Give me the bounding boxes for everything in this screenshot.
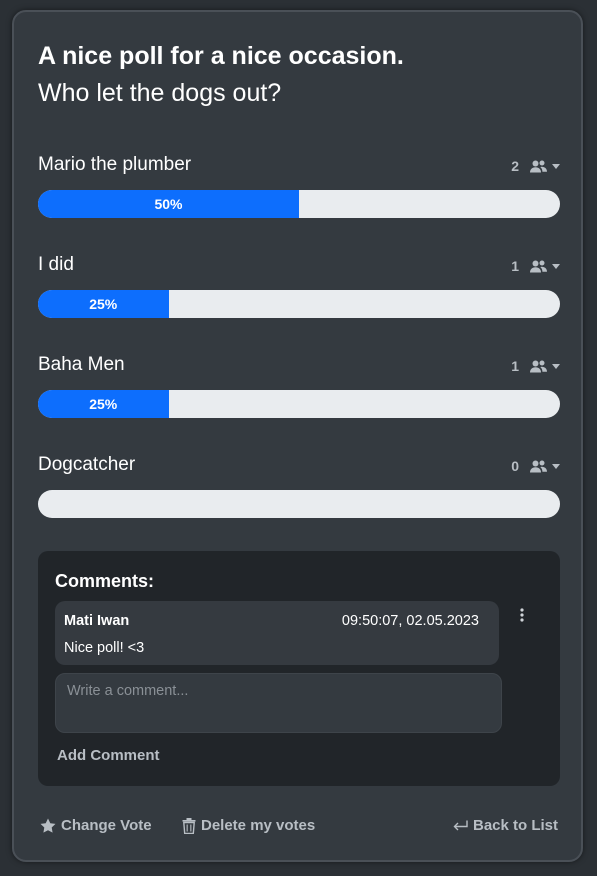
voters-dropdown[interactable]: 1 [511,257,560,275]
poll-option: Baha Men 1 25% [38,353,560,433]
comments-heading: Comments: [55,571,155,591]
trash-icon [182,817,196,834]
progress-bar [38,490,560,518]
vote-count: 1 [511,358,519,374]
poll-option: I did 1 25% [38,253,560,333]
poll-option: Dogcatcher 0 [38,453,560,533]
option-label: Baha Men [38,354,125,375]
progress-bar: 50% [38,190,560,218]
poll-option: Mario the plumber 2 50% [38,153,560,233]
caret-down-icon [552,263,560,269]
comment-author: Mati Iwan [64,613,130,629]
caret-down-icon [552,463,560,469]
vote-count: 1 [511,258,519,274]
progress-bar: 25% [38,290,560,318]
people-icon [530,360,547,372]
back-to-list-button[interactable]: Back to List [453,817,558,834]
option-label: Dogcatcher [38,454,136,475]
progress-fill: 25% [38,390,169,418]
progress-fill: 25% [38,290,169,318]
delete-votes-label: Delete my votes [201,817,316,834]
option-label: Mario the plumber [38,154,192,175]
poll-question: Who let the dogs out? [38,79,282,107]
return-arrow-icon [453,820,468,830]
delete-votes-button[interactable]: Delete my votes [182,817,315,834]
caret-down-icon [552,163,560,169]
comments-section: Comments: Mati Iwan 09:50:07, 02.05.2023… [38,551,560,786]
caret-down-icon [552,363,560,369]
people-icon [530,160,547,172]
change-vote-label: Change Vote [61,817,152,834]
poll-title: A nice poll for a nice occasion. Who let… [38,38,404,112]
add-comment-button[interactable]: Add Comment [57,747,160,764]
voters-dropdown[interactable]: 0 [511,457,560,475]
vote-count: 0 [511,458,519,474]
voters-dropdown[interactable]: 2 [511,157,560,175]
option-label: I did [38,254,74,275]
vote-count: 2 [511,158,519,174]
comment-item: Mati Iwan 09:50:07, 02.05.2023 Nice poll… [55,601,499,665]
star-icon [40,818,56,833]
people-icon [530,260,547,272]
progress-fill: 50% [38,190,299,218]
poll-card: A nice poll for a nice occasion. Who let… [12,10,583,862]
people-icon [530,460,547,472]
comment-timestamp: 09:50:07, 02.05.2023 [341,613,479,629]
change-vote-button[interactable]: Change Vote [40,817,152,834]
poll-title-line1: A nice poll for a nice occasion. [38,42,404,70]
comment-input[interactable] [55,673,502,733]
back-to-list-label: Back to List [473,817,559,834]
voters-dropdown[interactable]: 1 [511,357,560,375]
kebab-menu-icon[interactable] [515,605,529,625]
progress-bar: 25% [38,390,560,418]
comment-text: Nice poll! <3 [64,640,145,656]
